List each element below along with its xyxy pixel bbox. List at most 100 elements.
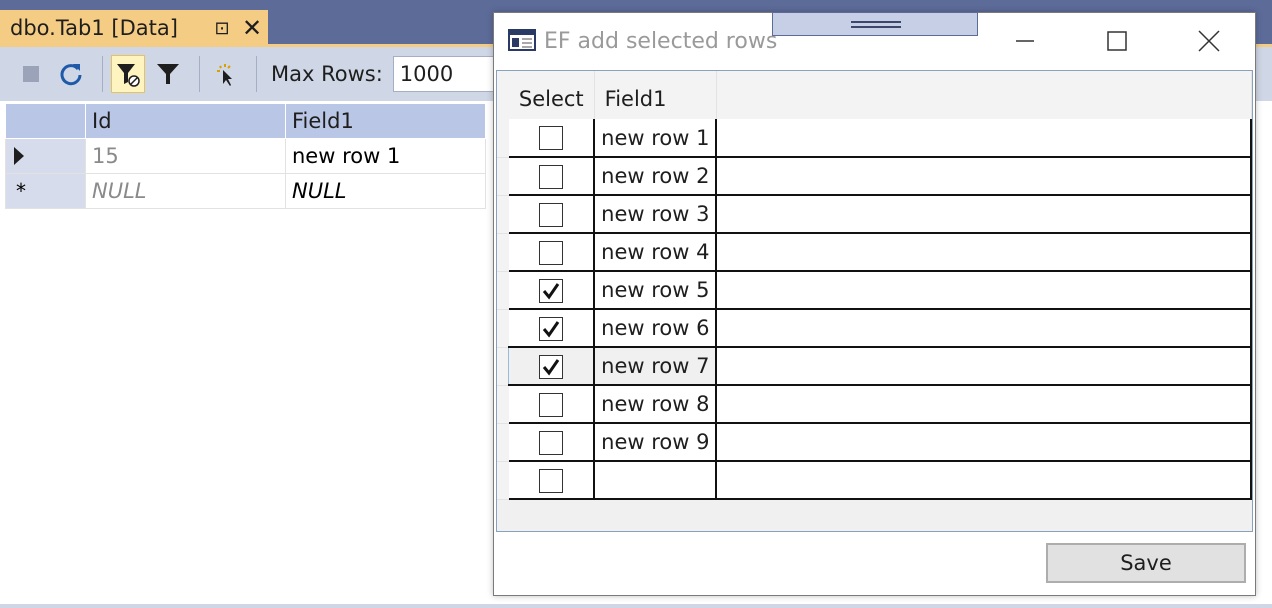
- maximize-button[interactable]: [1094, 23, 1140, 59]
- list-item[interactable]: new row 5: [497, 271, 1252, 310]
- current-row-icon: [14, 147, 24, 165]
- dialog-title: EF add selected rows: [544, 29, 778, 54]
- apply-filter-button[interactable]: [111, 55, 145, 93]
- list-item[interactable]: [497, 461, 1252, 500]
- list-item[interactable]: new row 2: [497, 157, 1252, 196]
- list-item[interactable]: new row 7: [497, 347, 1252, 386]
- document-tab[interactable]: dbo.Tab1 [Data] ⊡ ✕: [0, 10, 268, 46]
- filter-active-icon: [117, 64, 140, 87]
- cell-field1[interactable]: new row 7: [594, 347, 718, 386]
- toolbar-separator: [102, 56, 103, 92]
- select-cell: [508, 423, 596, 462]
- column-header-field1[interactable]: Field1: [285, 103, 486, 139]
- select-cell: [508, 157, 596, 196]
- row-selector[interactable]: [497, 233, 509, 272]
- cell-field1[interactable]: new row 9: [594, 423, 718, 462]
- max-rows-label: Max Rows:: [271, 62, 383, 86]
- cell-filler: [716, 271, 1252, 310]
- selection-grid: Select Field1 new row 1 new row 2 new row …: [497, 71, 1252, 500]
- select-checkbox[interactable]: [539, 430, 564, 455]
- list-item[interactable]: new row 1: [497, 119, 1252, 158]
- cell-field1[interactable]: [594, 461, 718, 500]
- select-checkbox[interactable]: [539, 316, 564, 341]
- table-row-new[interactable]: * NULL NULL: [5, 173, 486, 209]
- checkmark-icon: [542, 320, 560, 337]
- select-cell: [508, 195, 596, 234]
- row-selector[interactable]: [497, 347, 510, 386]
- row-selector[interactable]: [497, 119, 509, 158]
- cell-id[interactable]: 15: [85, 138, 286, 174]
- row-selector[interactable]: [497, 195, 509, 234]
- refresh-button[interactable]: [54, 55, 88, 93]
- cell-filler: [716, 195, 1252, 234]
- column-header-filler: [716, 71, 1252, 119]
- minimize-button[interactable]: [1002, 23, 1048, 59]
- cell-filler: [716, 385, 1252, 424]
- select-checkbox[interactable]: [539, 126, 564, 150]
- row-selector[interactable]: [497, 423, 509, 462]
- pin-icon[interactable]: ⊡: [208, 18, 236, 39]
- row-selector[interactable]: [497, 461, 509, 500]
- row-header-corner[interactable]: [5, 103, 86, 139]
- row-selector[interactable]: [497, 157, 509, 196]
- list-item[interactable]: new row 3: [497, 195, 1252, 234]
- select-cell: [508, 119, 596, 158]
- maximize-icon: [1107, 31, 1127, 51]
- select-checkbox[interactable]: [539, 240, 564, 265]
- cell-filler: [716, 157, 1252, 196]
- column-header-id[interactable]: Id: [85, 103, 286, 139]
- cell-field1[interactable]: new row 1: [594, 119, 718, 158]
- toolbar-separator: [256, 56, 257, 92]
- row-selector[interactable]: [5, 138, 86, 174]
- select-cell: [508, 233, 596, 272]
- select-checkbox[interactable]: [539, 354, 564, 379]
- ef-add-rows-dialog: EF add selected rows Select Field1 new r…: [493, 12, 1256, 596]
- select-checkbox[interactable]: [539, 164, 564, 189]
- document-tab-title: dbo.Tab1 [Data]: [10, 16, 178, 40]
- selection-grid-frame: Select Field1 new row 1 new row 2 new row …: [496, 70, 1253, 532]
- checkmark-icon: [542, 282, 560, 299]
- select-checkbox[interactable]: [539, 468, 564, 493]
- list-item[interactable]: new row 9: [497, 423, 1252, 462]
- column-header-field1[interactable]: Field1: [594, 71, 717, 119]
- stop-button[interactable]: [14, 55, 48, 93]
- select-checkbox[interactable]: [539, 278, 564, 303]
- close-tab-icon[interactable]: ✕: [236, 14, 268, 42]
- table-row[interactable]: 15 new row 1: [5, 138, 486, 174]
- drag-grip-handle[interactable]: [772, 12, 978, 36]
- cursor-icon: [217, 64, 232, 86]
- select-checkbox[interactable]: [539, 392, 564, 417]
- column-header-select[interactable]: Select: [508, 71, 595, 119]
- dialog-titlebar[interactable]: EF add selected rows: [494, 12, 1255, 69]
- select-checkbox[interactable]: [539, 202, 564, 227]
- select-cursor-button[interactable]: [208, 55, 242, 93]
- cell-field1[interactable]: new row 1: [285, 138, 486, 174]
- cell-field1[interactable]: NULL: [285, 173, 486, 209]
- cell-field1[interactable]: new row 6: [594, 309, 718, 348]
- save-button[interactable]: Save: [1046, 543, 1246, 583]
- checkmark-icon: [543, 358, 560, 375]
- cell-field1[interactable]: new row 4: [594, 233, 718, 272]
- row-selector[interactable]: [497, 271, 509, 310]
- data-grid-header: Id Field1: [5, 103, 486, 139]
- new-row-marker[interactable]: *: [5, 173, 86, 209]
- cell-field1[interactable]: new row 5: [594, 271, 718, 310]
- toolbar-separator: [199, 56, 200, 92]
- list-item[interactable]: new row 8: [497, 385, 1252, 424]
- list-item[interactable]: new row 4: [497, 233, 1252, 272]
- row-selector[interactable]: [497, 385, 509, 424]
- close-icon: [1198, 30, 1220, 52]
- filter-button[interactable]: [151, 55, 185, 93]
- max-rows-input[interactable]: 1000: [392, 56, 503, 92]
- cell-field1[interactable]: new row 3: [594, 195, 718, 234]
- cell-field1[interactable]: new row 8: [594, 385, 718, 424]
- cell-id[interactable]: NULL: [85, 173, 286, 209]
- row-selector[interactable]: [497, 309, 509, 348]
- cell-field1[interactable]: new row 2: [594, 157, 718, 196]
- data-grid: Id Field1 15 new row 1 * NULL NULL: [5, 103, 486, 209]
- list-item[interactable]: new row 6: [497, 309, 1252, 348]
- filter-icon: [157, 64, 179, 84]
- refresh-icon: [60, 64, 82, 86]
- cell-filler: [716, 461, 1252, 500]
- close-button[interactable]: [1186, 23, 1232, 59]
